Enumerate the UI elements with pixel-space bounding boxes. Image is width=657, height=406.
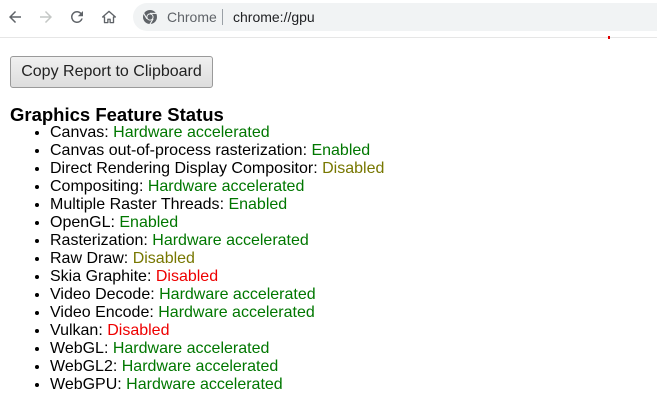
- feature-name: Direct Rendering Display Compositor: [50, 160, 314, 177]
- feature-row: Video Decode: Hardware accelerated: [50, 286, 384, 304]
- address-bar[interactable]: Chrome chrome://gpu: [133, 3, 657, 31]
- back-arrow-icon: [9, 11, 21, 23]
- feature-separator: :: [143, 232, 153, 249]
- feature-status: Hardware accelerated: [158, 304, 315, 321]
- feature-separator: :: [138, 178, 148, 195]
- chrome-logo-icon: [143, 10, 157, 25]
- feature-status: Hardware accelerated: [121, 358, 279, 375]
- feature-separator: :: [104, 124, 114, 141]
- feature-status: Hardware accelerated: [112, 340, 270, 357]
- feature-name: WebGPU: [50, 376, 118, 393]
- feature-row: Canvas out-of-process rasterization: Ena…: [50, 142, 384, 160]
- feature-separator: :: [150, 286, 160, 303]
- feature-name: Raw Draw: [50, 250, 124, 267]
- feature-status: Hardware accelerated: [159, 286, 316, 303]
- reload-icon: [70, 10, 83, 23]
- feature-row: Canvas: Hardware accelerated: [50, 124, 384, 142]
- browser-toolbar: Chrome chrome://gpu: [0, 0, 657, 38]
- feature-status: Disabled: [107, 322, 170, 339]
- edge-marker: [608, 36, 610, 39]
- feature-name: Compositing: [50, 178, 139, 195]
- home-icon: [101, 10, 117, 24]
- feature-row: Video Encode: Hardware accelerated: [50, 304, 384, 322]
- feature-separator: :: [117, 376, 127, 393]
- copy-report-button[interactable]: Copy Report to Clipboard: [10, 56, 213, 88]
- forward-button[interactable]: [32, 3, 60, 31]
- feature-name: Multiple Raster Threads: [50, 196, 220, 213]
- address-divider: [222, 9, 223, 25]
- feature-row: Skia Graphite: Disabled: [50, 268, 384, 286]
- feature-row: OpenGL: Enabled: [50, 214, 384, 232]
- feature-name: OpenGL: [50, 214, 111, 231]
- feature-status: Enabled: [311, 142, 371, 159]
- feature-row: Direct Rendering Display Compositor: Dis…: [50, 160, 384, 178]
- feature-status: Hardware accelerated: [113, 124, 270, 141]
- feature-status: Hardware accelerated: [126, 376, 283, 393]
- feature-row: Rasterization: Hardware accelerated: [50, 232, 384, 250]
- feature-separator: :: [123, 250, 133, 267]
- feature-status-list: Canvas: Hardware acceleratedCanvas out-o…: [50, 124, 384, 394]
- feature-name: WebGL2: [50, 358, 113, 375]
- site-chip-label: Chrome: [167, 9, 217, 25]
- feature-row: Vulkan: Disabled: [50, 322, 384, 340]
- feature-row: Multiple Raster Threads: Enabled: [50, 196, 384, 214]
- url-text[interactable]: chrome://gpu: [233, 9, 315, 25]
- feature-separator: :: [313, 160, 323, 177]
- feature-name: Canvas out-of-process rasterization: [50, 142, 303, 159]
- section-title: Graphics Feature Status: [10, 104, 224, 125]
- feature-status: Hardware accelerated: [152, 232, 309, 249]
- feature-separator: :: [98, 322, 108, 339]
- feature-status: Disabled: [155, 268, 219, 285]
- feature-separator: :: [103, 340, 113, 357]
- back-button[interactable]: [1, 3, 29, 31]
- feature-status: Hardware accelerated: [147, 178, 305, 195]
- feature-name: Video Encode: [50, 304, 150, 321]
- feature-row: WebGL2: Hardware accelerated: [50, 358, 384, 376]
- feature-name: WebGL: [50, 340, 104, 357]
- feature-name: Vulkan: [50, 322, 99, 339]
- feature-name: Skia Graphite: [50, 268, 147, 285]
- feature-separator: :: [112, 358, 122, 375]
- feature-status: Enabled: [119, 214, 179, 231]
- feature-row: WebGPU: Hardware accelerated: [50, 376, 384, 394]
- feature-status: Enabled: [228, 196, 288, 213]
- feature-separator: :: [149, 304, 159, 321]
- feature-row: WebGL: Hardware accelerated: [50, 340, 384, 358]
- feature-row: Compositing: Hardware accelerated: [50, 178, 384, 196]
- feature-status: Disabled: [322, 160, 385, 177]
- feature-name: Rasterization: [50, 232, 144, 249]
- feature-status: Disabled: [132, 250, 195, 267]
- feature-name: Canvas: [50, 124, 105, 141]
- feature-separator: :: [146, 268, 156, 285]
- feature-name: Video Decode: [50, 286, 151, 303]
- reload-button[interactable]: [63, 3, 91, 31]
- feature-row: Raw Draw: Disabled: [50, 250, 384, 268]
- home-button[interactable]: [95, 3, 123, 31]
- forward-arrow-icon: [40, 11, 52, 23]
